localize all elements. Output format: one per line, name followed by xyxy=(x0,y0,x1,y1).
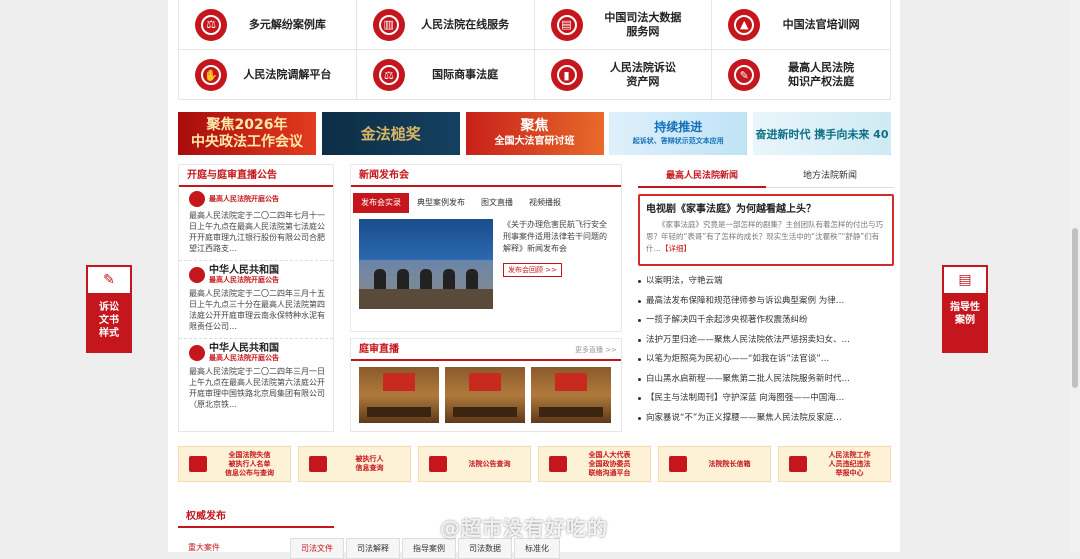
court-photo[interactable] xyxy=(359,367,439,423)
grid-item-judge-training[interactable]: ▲ 中国法官培训网 xyxy=(712,0,890,50)
banner-justices-seminar[interactable]: 聚焦 全国大法官研讨班 xyxy=(465,112,604,155)
court-photo[interactable] xyxy=(445,367,525,423)
banner-gold-gavel[interactable]: 金法槌奖 xyxy=(321,112,460,155)
tab-typical-cases[interactable]: 典型案例发布 xyxy=(409,193,473,213)
tab-video[interactable]: 视频播报 xyxy=(521,193,569,213)
list-item[interactable]: 一揽子解决四千余起涉央视著作权震荡纠纷 xyxy=(638,311,894,331)
list-item[interactable]: 法护万里归途——聚焦人民法院依法严惩拐卖妇女、… xyxy=(638,331,894,351)
grid-item-mediation[interactable]: ✋ 人民法院调解平台 xyxy=(179,50,357,100)
banner-row: 聚焦2026年 中央政法工作会议 金法槌奖 聚焦 全国大法官研讨班 持续推进 起诉状、… xyxy=(178,112,891,155)
tab-judicial-interpretation[interactable]: 司法解释 xyxy=(346,538,400,559)
document-icon: ▤ xyxy=(942,265,988,295)
grid-item-asset-network[interactable]: ▮ 人民法院诉讼 资产网 xyxy=(535,50,713,100)
authority-tabs: 重大案件 司法文件 司法解释 指导案例 司法数据 标准化 xyxy=(178,538,562,559)
grid-item-online-service[interactable]: ▥ 人民法院在线服务 xyxy=(356,0,535,50)
court-notice-button[interactable]: 法院公告查询 xyxy=(418,446,531,482)
scrollbar[interactable] xyxy=(1070,0,1080,552)
featured-news-title[interactable]: 电视剧《家事法庭》为何越看越上头？ xyxy=(646,200,886,215)
banner-template-docs[interactable]: 持续推进 起诉状、答辩状示范文本应用 xyxy=(609,112,748,155)
people-icon xyxy=(309,456,327,472)
certificate-icon: ✎ xyxy=(728,59,761,91)
grid-item-commercial-court[interactable]: ⚖ 国际商事法庭 xyxy=(357,50,535,100)
court-news: 最高人民法院新闻 地方法院新闻 电视剧《家事法庭》为何越看越上头？ 《家事法庭》… xyxy=(638,164,894,432)
person-icon xyxy=(789,456,807,472)
guiding-cases-button[interactable]: ▤ 指导性 案例 xyxy=(942,265,988,353)
press-photo[interactable] xyxy=(359,219,493,309)
book-icon: ▮ xyxy=(550,59,583,91)
document-icon xyxy=(429,456,447,472)
tab-local-court-news[interactable]: 地方法院新闻 xyxy=(766,164,894,188)
report-center-button[interactable]: 人民法院工作 人员违纪违法 举报中心 xyxy=(778,446,891,482)
tab-press-record[interactable]: 发布会实录 xyxy=(353,193,409,213)
grid-item-ip-court[interactable]: ✎ 最高人民法院 知识产权法庭 xyxy=(712,50,890,100)
press-tabs: 发布会实录 典型案例发布 图文直播 视频播报 xyxy=(353,193,621,213)
grid-item-big-data[interactable]: ▤ 中国司法大数据 服务网 xyxy=(534,0,713,50)
tab-standardization[interactable]: 标准化 xyxy=(514,538,560,559)
tab-guiding-cases[interactable]: 指导案例 xyxy=(402,538,456,559)
service-buttons: 全国法院失信 被执行人名单 信息公布与查询 被执行人 信息查询 法院公告查询 全国人大… xyxy=(178,446,891,482)
list-item[interactable]: 以笔为炬照亮为民初心——“如我在诉”法官谈”… xyxy=(638,350,894,370)
scales-icon: ⚖ xyxy=(372,59,405,91)
tab-judicial-data[interactable]: 司法数据 xyxy=(458,538,512,559)
president-mailbox-button[interactable]: 法院院长信箱 xyxy=(658,446,771,482)
notice-item[interactable]: 中华人民共和国 最高人民法院开庭公告 最高人民法院定于二〇二四年三月十五日上午九点… xyxy=(179,261,333,339)
banner-new-era[interactable]: 奋进新时代 携手向未来 40 xyxy=(753,112,891,155)
list-item[interactable]: 最高法发布保障和规范律师参与诉讼典型案例 为律… xyxy=(638,292,894,312)
grid-item-case-library[interactable]: ⚖ 多元解纷案例库 xyxy=(179,0,357,50)
notice-item[interactable]: 最高人民法院开庭公告 最高人民法院定于二〇二四年七月十一日上午九点在最高人民法院… xyxy=(179,187,333,261)
notice-item[interactable]: 中华人民共和国 最高人民法院开庭公告 最高人民法院定于二〇二四年三月一日上午九点在… xyxy=(179,339,333,416)
data-icon: ▤ xyxy=(550,8,583,41)
press-review-button[interactable]: 发布会回顾 >> xyxy=(503,263,562,277)
scrollbar-thumb[interactable] xyxy=(1072,228,1078,388)
court-icon: ▥ xyxy=(372,8,405,41)
npc-liaison-button[interactable]: 全国人大代表 全国政协委员 联络沟通平台 xyxy=(538,446,651,482)
section-title-authority: 权威发布 xyxy=(178,506,334,528)
emblem-icon xyxy=(189,345,205,361)
tab-judicial-docs[interactable]: 司法文件 xyxy=(290,538,344,559)
banner-political-conference[interactable]: 聚焦2026年 中央政法工作会议 xyxy=(178,112,316,155)
dishonest-list-button[interactable]: 全国法院失信 被执行人名单 信息公布与查询 xyxy=(178,446,291,482)
executed-person-button[interactable]: 被执行人 信息查询 xyxy=(298,446,411,482)
litigation-docs-button[interactable]: ✎ 诉讼 文书 样式 xyxy=(86,265,132,353)
emblem-icon xyxy=(189,267,205,283)
court-photo[interactable] xyxy=(531,367,611,423)
section-title-announcements: 开庭与庭审直播公告 xyxy=(179,165,333,187)
tab-supreme-court-news[interactable]: 最高人民法院新闻 xyxy=(638,164,766,188)
balance-icon: ⚖ xyxy=(195,8,227,41)
list-item[interactable]: 向家暴说“不”为正义撑腰——聚焦人民法院反家庭… xyxy=(638,409,894,429)
live-trials: 庭审直播 更多直播 >> xyxy=(350,338,622,432)
edit-icon: ✎ xyxy=(86,265,132,295)
more-live-link[interactable]: 更多直播 >> xyxy=(575,345,617,355)
featured-news-desc: 《家事法庭》究竟是一部怎样的剧集？主创团队有着怎样的付出与巧思？年轻的“表哥”有… xyxy=(646,220,883,253)
section-title-press: 新闻发布会 xyxy=(351,165,621,187)
mail-icon xyxy=(669,456,687,472)
service-grid: ⚖ 多元解纷案例库 ▥ 人民法院在线服务 ▤ 中国司法大数据 服务网 ▲ 中国法官… xyxy=(178,0,891,100)
list-item[interactable]: 【民主与法制周刊】守护深蓝 向海图强——中国海… xyxy=(638,389,894,409)
graduation-icon: ▲ xyxy=(728,8,761,41)
press-conference: 新闻发布会 发布会实录 典型案例发布 图文直播 视频播报 《关于办理危害民航飞行… xyxy=(350,164,622,332)
court-announcements: 开庭与庭审直播公告 最高人民法院开庭公告 最高人民法院定于二〇二四年七月十一日上… xyxy=(178,164,334,432)
balance-icon xyxy=(189,456,207,472)
building-icon xyxy=(549,456,567,472)
tab-major-cases[interactable]: 重大案件 xyxy=(178,538,230,559)
tab-live-text[interactable]: 图文直播 xyxy=(473,193,521,213)
emblem-icon xyxy=(189,191,205,207)
news-list: 以案明法，守艳云端 最高法发布保障和规范律师参与诉讼典型案例 为律… 一揽子解决… xyxy=(638,272,894,428)
list-item[interactable]: 以案明法，守艳云端 xyxy=(638,272,894,292)
handshake-icon: ✋ xyxy=(195,59,227,91)
detail-link[interactable]: 【详细】 xyxy=(661,244,691,253)
list-item[interactable]: 白山黑水启新程——聚焦第二批人民法院服务新时代… xyxy=(638,370,894,390)
press-description[interactable]: 《关于办理危害民航飞行安全刑事案件适用法律若干问题的解释》新闻发布会 xyxy=(493,219,613,255)
featured-news[interactable]: 电视剧《家事法庭》为何越看越上头？ 《家事法庭》究竟是一部怎样的剧集？主创团队有… xyxy=(638,194,894,266)
watermark: @超市没有好吃的 xyxy=(440,516,608,540)
